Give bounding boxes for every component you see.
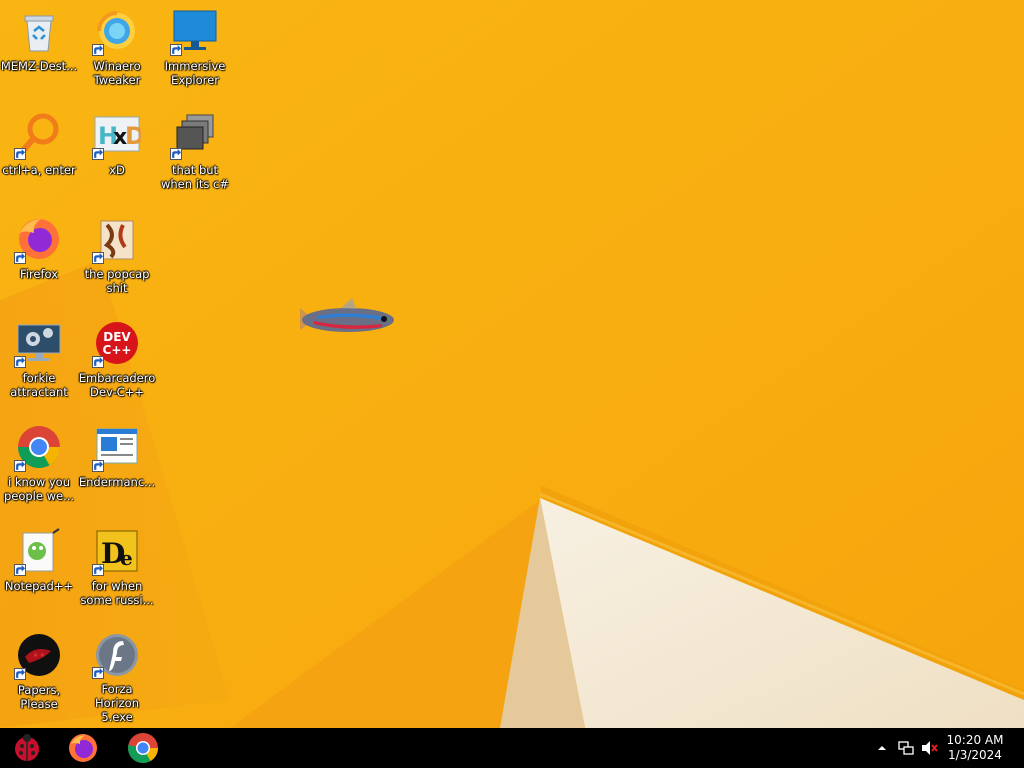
desktop-icon-label: ctrl+a, enter: [2, 163, 76, 177]
desktop-icon-label: Firefox: [19, 267, 59, 281]
stacked-windows-icon: [170, 110, 220, 160]
shortcut-arrow-icon: [92, 564, 104, 576]
popcap-icon: [92, 214, 142, 264]
desktop-icon[interactable]: Immersive Explorer: [156, 0, 234, 100]
desktop-icon[interactable]: De for when some russi...: [78, 520, 156, 620]
desktop-icon[interactable]: DEV C++ Embarcadero Dev-C++: [78, 312, 156, 412]
desktop-icon[interactable]: that but when its c#: [156, 104, 234, 204]
desktop-icon-label: Winaero Tweaker: [93, 59, 141, 87]
shortcut-arrow-icon: [14, 564, 26, 576]
desktop-icon-label: Notepad++: [4, 579, 74, 593]
svg-text:DEV: DEV: [103, 330, 131, 344]
window-app-icon: [92, 422, 142, 472]
desktop-icon-label: Forza Horizon 5.exe: [95, 682, 139, 724]
desktop-icon-label: Embarcadero Dev-C++: [78, 371, 156, 399]
desktop-icon[interactable]: ctrl+a, enter: [0, 104, 78, 204]
taskbar: 10:20 AM 1/3/2024: [0, 728, 1024, 768]
devcpp-icon: DEV C++: [92, 318, 142, 368]
svg-text:D: D: [125, 122, 141, 150]
desktop-icon[interactable]: i know you people we...: [0, 416, 78, 516]
svg-text:✶✶: ✶✶: [32, 651, 45, 660]
desktop-icon[interactable]: forkie attractant: [0, 312, 78, 412]
papers-please-icon: ✶✶: [14, 630, 64, 680]
volume-muted-icon[interactable]: [920, 738, 940, 758]
shortcut-arrow-icon: [170, 44, 182, 56]
winaero-tweaker-icon: [92, 6, 142, 56]
shortcut-arrow-icon: [92, 44, 104, 56]
desktop-icon-label: the popcap shit: [84, 267, 150, 295]
firefox-icon: [69, 734, 97, 762]
desktop-icon-label: forkie attractant: [10, 371, 68, 399]
desktop-icon-label: xD: [109, 163, 125, 177]
firefox-icon: [14, 214, 64, 264]
taskbar-chrome-button[interactable]: [118, 730, 168, 766]
desktop-icon[interactable]: Winaero Tweaker: [78, 0, 156, 100]
desktop-icon[interactable]: MEMZ-Dest...: [0, 0, 78, 100]
clock-time: 10:20 AM: [946, 733, 1004, 747]
desktop-icon[interactable]: Firefox: [0, 208, 78, 308]
clock-date: 1/3/2024: [948, 748, 1002, 762]
desktop-icon-label: Papers, Please: [17, 683, 61, 711]
desktop-icon-label: i know you people we...: [3, 475, 75, 503]
desktop-icon[interactable]: ✶✶ Papers, Please: [0, 624, 78, 724]
taskbar-firefox-button[interactable]: [58, 730, 108, 766]
shortcut-arrow-icon: [14, 252, 26, 264]
taskbar-clock[interactable]: 10:20 AM 1/3/2024: [940, 733, 1010, 763]
start-button[interactable]: [2, 730, 52, 766]
neon-tetra-fish: [300, 298, 394, 332]
chrome-icon: [14, 422, 64, 472]
shortcut-arrow-icon: [92, 460, 104, 472]
network-icon[interactable]: [896, 738, 916, 758]
shortcut-arrow-icon: [170, 148, 182, 160]
desktop-icon-label: that but when its c#: [160, 163, 230, 191]
recycle-bin-icon: [14, 6, 64, 56]
shortcut-arrow-icon: [92, 148, 104, 160]
shortcut-arrow-icon: [14, 668, 26, 680]
chevron-up-icon[interactable]: [872, 738, 892, 758]
desktop-icon-label: Endermanc...: [78, 475, 156, 489]
desktop-icon-label: Immersive Explorer: [164, 59, 226, 87]
magnifier-icon: [14, 110, 64, 160]
de-icon: De: [92, 526, 142, 576]
shortcut-arrow-icon: [14, 460, 26, 472]
shortcut-arrow-icon: [14, 148, 26, 160]
chrome-icon: [128, 733, 158, 764]
desktop-icon[interactable]: Notepad++: [0, 520, 78, 620]
shortcut-arrow-icon: [92, 356, 104, 368]
desktop-icon-label: for when some russi...: [80, 579, 154, 607]
shortcut-arrow-icon: [14, 356, 26, 368]
ladybug-icon: [15, 734, 39, 761]
desktop-icon[interactable]: Hx D xD: [78, 104, 156, 204]
monitor-icon: [170, 6, 220, 56]
hxd-icon: HxD: [92, 110, 142, 160]
svg-text:e: e: [120, 546, 133, 570]
desktop-icon[interactable]: Endermanc...: [78, 416, 156, 516]
desktop-icon[interactable]: Forza Horizon 5.exe: [78, 624, 156, 724]
svg-text:C++: C++: [103, 343, 132, 357]
shortcut-arrow-icon: [92, 667, 104, 679]
desktop-icon-label: MEMZ-Dest...: [0, 59, 78, 73]
desktop-area: MEMZ-Dest... Winaero Tweaker Immersive Exp…: [0, 0, 1024, 728]
shortcut-arrow-icon: [92, 252, 104, 264]
flash-icon: [92, 630, 142, 679]
desktop-icon[interactable]: the popcap shit: [78, 208, 156, 308]
settings-monitor-icon: [14, 318, 64, 368]
notepadpp-icon: [14, 526, 64, 576]
